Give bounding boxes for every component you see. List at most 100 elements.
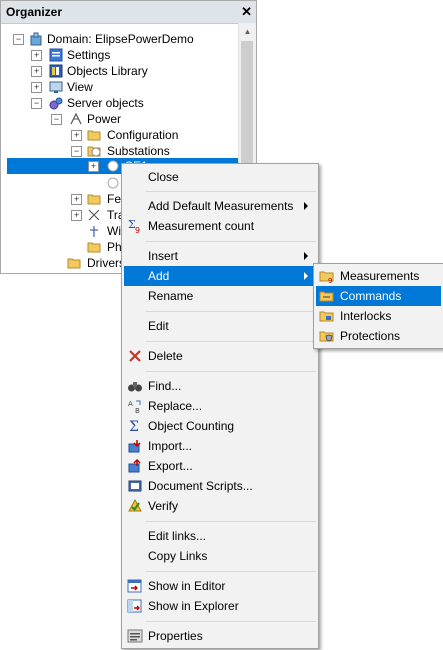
tree-item-configuration[interactable]: + Configuration [67,127,241,143]
menu-separator [146,521,316,522]
expand-icon[interactable]: + [88,161,99,172]
commands-folder-icon [319,288,335,304]
folder-icon [87,240,101,254]
delete-x-icon [127,348,143,364]
menu-item-close[interactable]: Close [124,167,316,187]
menu-item-object-counting[interactable]: Σ Object Counting [124,416,316,436]
tree-label: Settings [67,48,111,62]
svg-text:9: 9 [328,277,332,284]
scroll-up-arrow-icon[interactable]: ▲ [239,23,256,40]
menu-separator [146,571,316,572]
submenu-item-interlocks[interactable]: Interlocks [316,306,441,326]
library-icon [49,64,63,78]
tree-label: Substations [107,144,170,158]
menu-item-show-in-explorer[interactable]: Show in Explorer [124,596,316,616]
menu-separator [146,621,316,622]
menu-item-replace[interactable]: AB Replace... [124,396,316,416]
submenu-item-measurements[interactable]: 9 Measurements [316,266,441,286]
tree-label: View [67,80,93,94]
organizer-header: Organizer ✕ [1,1,256,24]
settings-icon [49,48,63,62]
menu-item-insert[interactable]: Insert [124,246,316,266]
tree-item-server-objects[interactable]: − Server objects [27,95,241,111]
submenu-arrow-icon [304,202,308,210]
menu-item-edit-links[interactable]: Edit links... [124,526,316,546]
menu-item-import[interactable]: Import... [124,436,316,456]
export-icon [127,458,143,474]
tree-item-view[interactable]: + View [27,79,241,95]
menu-item-export[interactable]: Export... [124,456,316,476]
svg-text:A: A [128,400,133,408]
properties-icon [127,628,143,644]
menu-separator [146,241,316,242]
tree-label: Configuration [107,128,179,142]
menu-item-properties[interactable]: Properties [124,626,316,646]
add-submenu: 9 Measurements Commands Interlocks Prote… [313,263,443,349]
close-icon[interactable]: ✕ [241,4,252,20]
power-icon [69,112,83,126]
menu-item-copy-links[interactable]: Copy Links [124,546,316,566]
submenu-item-commands[interactable]: Commands [316,286,441,306]
collapse-icon[interactable]: − [51,114,62,125]
menu-item-find[interactable]: Find... [124,376,316,396]
expand-icon[interactable]: + [71,210,82,221]
interlocks-folder-icon [319,308,335,324]
tree-label: Domain: ElipsePowerDemo [47,32,194,46]
tree-item-substations[interactable]: − Substations [67,143,241,159]
collapse-icon[interactable]: − [71,146,82,157]
tree-label: Server objects [67,96,144,110]
menu-separator [146,191,316,192]
tree-item-objects-library[interactable]: + Objects Library [27,63,241,79]
context-menu: Close Add Default Measurements Σ9 Measur… [121,163,319,649]
menu-item-delete[interactable]: Delete [124,346,316,366]
show-in-explorer-icon [127,598,143,614]
substations-icon [87,144,101,158]
tree-item-settings[interactable]: + Settings [27,47,241,63]
tree-label: Drivers [87,256,125,270]
submenu-item-protections[interactable]: Protections [316,326,441,346]
tree-item-power[interactable]: − Power [47,111,241,127]
transformer-icon [87,208,101,222]
collapse-icon[interactable]: − [13,34,24,45]
substation-icon [106,159,120,173]
menu-item-add-default-measurements[interactable]: Add Default Measurements [124,196,316,216]
collapse-icon[interactable]: − [31,98,42,109]
measurements-folder-icon: 9 [319,268,335,285]
expand-icon[interactable]: + [31,50,42,61]
menu-item-show-in-editor[interactable]: Show in Editor [124,576,316,596]
tree-label: Objects Library [67,64,148,78]
expand-icon[interactable]: + [31,82,42,93]
expand-icon[interactable]: + [71,130,82,141]
substation-icon [106,176,120,190]
menu-item-rename[interactable]: Rename [124,286,316,306]
import-icon [127,438,143,454]
folder-icon [87,128,101,142]
svg-text:Σ: Σ [129,419,139,434]
expand-icon[interactable]: + [71,194,82,205]
protections-folder-icon [319,328,335,344]
replace-icon: AB [127,398,143,415]
folder-icon [67,256,81,270]
svg-text:B: B [135,407,140,414]
sigma-count-icon: Σ9 [127,218,143,235]
show-in-editor-icon [127,578,143,594]
menu-item-add[interactable]: Add [124,266,316,286]
wind-icon [87,224,101,238]
book-icon [127,478,143,494]
folder-icon [87,192,101,206]
submenu-arrow-icon [304,252,308,260]
expand-icon[interactable]: + [31,66,42,77]
menu-item-document-scripts[interactable]: Document Scripts... [124,476,316,496]
server-objects-icon [49,96,63,110]
submenu-arrow-icon [304,272,308,280]
tree-item-domain[interactable]: − Domain: ElipsePowerDemo [11,31,241,47]
menu-separator [146,311,316,312]
menu-separator [146,371,316,372]
domain-icon [29,32,43,46]
menu-item-measurement-count[interactable]: Σ9 Measurement count [124,216,316,236]
menu-item-edit[interactable]: Edit [124,316,316,336]
svg-text:9: 9 [135,226,140,234]
menu-item-verify[interactable]: Verify [124,496,316,516]
verify-check-icon [127,498,143,514]
view-icon [49,80,63,94]
